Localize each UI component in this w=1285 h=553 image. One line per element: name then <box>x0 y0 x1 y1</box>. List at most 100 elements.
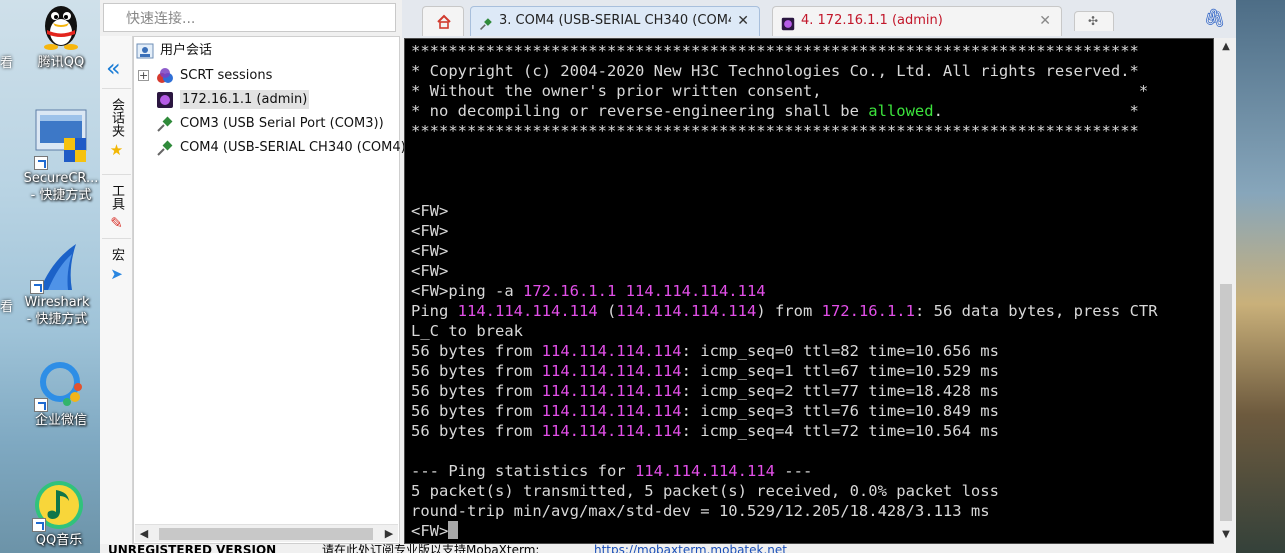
tree-root-user-sessions[interactable]: 用户会话 <box>136 40 212 62</box>
terminal-line: 56 bytes from 114.114.114.114: icmp_seq=… <box>411 381 1158 401</box>
wireshark-fin-icon <box>30 240 84 294</box>
sidebar-vertical-tabs: « 会话夹 ★ 工具 ✎ 宏 ➤ <box>100 36 133 544</box>
tab-home[interactable] <box>422 6 464 36</box>
desktop-icon-qq[interactable]: 腾讯QQ <box>12 0 110 71</box>
tab-com4-session[interactable]: 3. COM4 (USB-SERIAL CH340 (COM4)) ✕ <box>470 6 760 36</box>
tree-item-label: COM4 (USB-SERIAL CH340 (COM4)) <box>180 140 411 155</box>
collapse-sidebar-icon[interactable]: « <box>106 56 121 80</box>
terminal-text: : icmp_seq=1 ttl=67 time=10.529 ms <box>681 362 999 380</box>
terminal-line: <FW> <box>411 521 1158 541</box>
divider <box>102 88 131 89</box>
terminal-text: 5 packet(s) transmitted, 5 packet(s) rec… <box>411 482 999 500</box>
tree-item-com4[interactable]: COM4 (USB-SERIAL CH340 (COM4)) <box>156 137 411 159</box>
terminal-text: 56 bytes from <box>411 382 542 400</box>
terminal-line: Ping 114.114.114.114 (114.114.114.114) f… <box>411 301 1158 321</box>
tree-item-label: COM3 (USB Serial Port (COM3)) <box>180 116 384 131</box>
close-tab-icon[interactable]: ✕ <box>1039 7 1051 35</box>
desktop-icon-label: SecureCR... - 快捷方式 <box>23 171 99 203</box>
qqmusic-icon <box>32 478 86 532</box>
terminal-text: 114.114.114.114 <box>541 422 682 440</box>
terminal-text: : icmp_seq=4 ttl=72 time=10.564 ms <box>681 422 999 440</box>
terminal-text: <FW> <box>411 222 449 240</box>
qq-penguin-icon <box>34 0 88 54</box>
terminal-line: L_C to break <box>411 321 1158 341</box>
tab-macros[interactable]: 宏 ➤ <box>100 248 133 282</box>
new-tab-button[interactable]: ✣ <box>1074 11 1114 31</box>
terminal-text: 114.114.114.114 <box>625 282 766 300</box>
quick-connect-input[interactable]: 快速连接... <box>103 3 396 32</box>
terminal-text: <FW> <box>411 202 449 220</box>
terminal-text: 172.16.1.1 <box>522 282 617 300</box>
send-arrow-icon: ➤ <box>110 265 123 283</box>
terminal-text: 114.114.114.114 <box>457 302 598 320</box>
tab-tools[interactable]: 工具 ✎ <box>100 184 133 231</box>
terminal-text: ****************************************… <box>411 42 1139 60</box>
terminal-line: <FW> <box>411 261 1158 281</box>
tab-label: 3. COM4 (USB-SERIAL CH340 (COM4)) <box>499 13 731 28</box>
tree-item-label: SCRT sessions <box>180 68 273 83</box>
terminal-text: 114.114.114.114 <box>541 382 682 400</box>
terminal-text: 114.114.114.114 <box>541 342 682 360</box>
terminal-text: * Copyright (c) 2004-2020 New H3C Techno… <box>411 62 1139 80</box>
paperclip-icon[interactable]: 🖇 <box>1203 8 1226 29</box>
tab-sessions[interactable]: 会话夹 ★ <box>100 98 133 158</box>
star-icon: ★ <box>109 141 124 159</box>
scroll-down-icon[interactable]: ▼ <box>1216 526 1236 544</box>
tab-ssh-session[interactable]: 4. 172.16.1.1 (admin) ✕ <box>772 6 1062 36</box>
serial-plug-icon <box>156 139 174 157</box>
divider <box>102 238 131 239</box>
close-tab-icon[interactable]: ✕ <box>737 7 749 35</box>
terminal-text: 114.114.114.114 <box>541 402 682 420</box>
terminal-line: 56 bytes from 114.114.114.114: icmp_seq=… <box>411 401 1158 421</box>
scroll-left-icon[interactable]: ◀ <box>135 525 153 543</box>
desktop-icon-wireshark[interactable]: Wireshark - 快捷方式 <box>8 240 106 328</box>
terminal-text: 56 bytes from <box>411 342 542 360</box>
terminal-text: . * <box>933 102 1139 120</box>
scroll-up-icon[interactable]: ▲ <box>1216 38 1236 56</box>
desktop-icon-label: 企业微信 <box>34 413 87 428</box>
terminal-text: --- <box>774 462 813 480</box>
terminal-line: <FW> <box>411 201 1158 221</box>
wrench-icon: ✎ <box>110 214 123 232</box>
unregistered-label: UNREGISTERED VERSION <box>108 544 277 553</box>
tree-horizontal-scrollbar[interactable]: ◀ ▶ <box>135 524 398 542</box>
terminal-line: round-trip min/avg/max/std-dev = 10.529/… <box>411 501 1158 521</box>
terminal-output[interactable]: ****************************************… <box>404 38 1214 544</box>
home-icon <box>436 13 451 29</box>
terminal-text: L_C to break <box>411 322 523 340</box>
serial-plug-icon <box>156 115 174 133</box>
terminal-text: 56 bytes from <box>411 402 542 420</box>
tree-item-ssh-session[interactable]: 172.16.1.1 (admin) <box>156 89 310 111</box>
scroll-thumb[interactable] <box>1220 284 1232 521</box>
desktop-icon-label: QQ音乐 <box>35 533 83 548</box>
scroll-thumb[interactable] <box>159 528 373 540</box>
desktop-icon-securecrt[interactable]: SecureCR... - 快捷方式 <box>12 108 110 204</box>
session-tab-bar: 3. COM4 (USB-SERIAL CH340 (COM4)) ✕ 4. 1… <box>402 0 1236 38</box>
desktop-icon-wecom[interactable]: 企业微信 <box>12 358 110 429</box>
mobaxterm-link[interactable]: https://mobaxterm.mobatek.net <box>594 544 787 553</box>
plus-icon: ✣ <box>1088 14 1099 28</box>
tab-label: 4. 172.16.1.1 (admin) <box>801 13 943 28</box>
terminal-text: ( <box>597 302 617 320</box>
desktop-icon-qqmusic[interactable]: QQ音乐 <box>10 478 108 549</box>
shortcut-arrow-icon <box>30 280 44 294</box>
expand-toggle-icon[interactable]: + <box>138 70 149 81</box>
terminal-text: <FW>ping -a <box>411 282 523 300</box>
desktop-icon-label: 腾讯QQ <box>37 55 85 70</box>
serial-plug-icon <box>479 14 493 30</box>
ssh-session-icon <box>781 14 795 31</box>
terminal-text: 56 bytes from <box>411 362 542 380</box>
scroll-right-icon[interactable]: ▶ <box>380 525 398 543</box>
terminal-text: ) from <box>756 302 822 320</box>
shortcut-arrow-icon <box>34 156 48 170</box>
desktop-icon-label: Wireshark - 快捷方式 <box>24 295 90 327</box>
terminal-vertical-scrollbar[interactable]: ▲ ▼ <box>1216 38 1236 544</box>
tree-item-com3[interactable]: COM3 (USB Serial Port (COM3)) <box>156 113 384 135</box>
terminal-line: ****************************************… <box>411 121 1158 141</box>
tab-tools-label: 工具 <box>109 184 124 210</box>
terminal-text: <FW> <box>411 262 449 280</box>
tree-item-scrt-sessions[interactable]: SCRT sessions <box>156 65 272 87</box>
